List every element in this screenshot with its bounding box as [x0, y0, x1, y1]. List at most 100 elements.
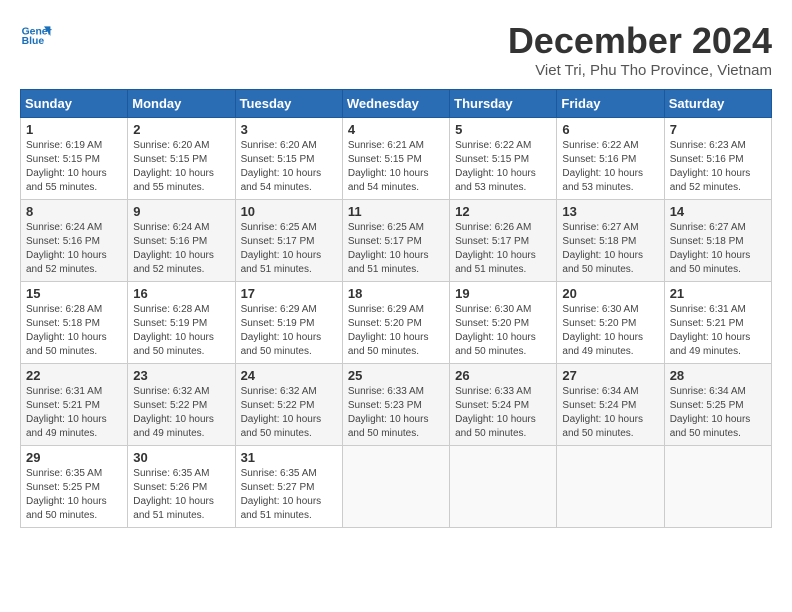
calendar-cell: 12 Sunrise: 6:26 AM Sunset: 5:17 PM Dayli… [450, 200, 557, 282]
calendar-cell: 2 Sunrise: 6:20 AM Sunset: 5:15 PM Daylig… [128, 118, 235, 200]
calendar-cell: 31 Sunrise: 6:35 AM Sunset: 5:27 PM Dayli… [235, 446, 342, 528]
day-number: 9 [133, 204, 229, 219]
calendar-cell: 25 Sunrise: 6:33 AM Sunset: 5:23 PM Dayli… [342, 364, 449, 446]
day-of-week-header: Wednesday [342, 90, 449, 118]
day-number: 3 [241, 122, 337, 137]
title-section: December 2024 Viet Tri, Phu Tho Province… [508, 20, 772, 79]
day-info: Sunrise: 6:31 AM Sunset: 5:21 PM Dayligh… [26, 385, 122, 441]
calendar-cell: 27 Sunrise: 6:34 AM Sunset: 5:24 PM Dayli… [557, 364, 664, 446]
calendar-cell [557, 446, 664, 528]
day-of-week-header: Thursday [450, 90, 557, 118]
calendar-cell [342, 446, 449, 528]
calendar-cell: 7 Sunrise: 6:23 AM Sunset: 5:16 PM Daylig… [664, 118, 771, 200]
location-title: Viet Tri, Phu Tho Province, Vietnam [508, 62, 772, 79]
day-info: Sunrise: 6:33 AM Sunset: 5:24 PM Dayligh… [455, 385, 551, 441]
day-number: 24 [241, 368, 337, 383]
calendar-cell: 21 Sunrise: 6:31 AM Sunset: 5:21 PM Dayli… [664, 282, 771, 364]
day-info: Sunrise: 6:35 AM Sunset: 5:27 PM Dayligh… [241, 467, 337, 523]
calendar-cell: 4Sunrise: 6:21 AM Sunset: 5:15 PM Daylig… [342, 118, 449, 200]
calendar-cell: 13 Sunrise: 6:27 AM Sunset: 5:18 PM Dayli… [557, 200, 664, 282]
header-section: General Blue December 2024 Viet Tri, Phu… [20, 20, 772, 79]
day-number: 22 [26, 368, 122, 383]
day-number: 8 [26, 204, 122, 219]
calendar-cell: 22 Sunrise: 6:31 AM Sunset: 5:21 PM Dayli… [21, 364, 128, 446]
calendar-cell: 1 Sunrise: 6:19 AM Sunset: 5:15 PM Daylig… [21, 118, 128, 200]
calendar-cell: 20Sunrise: 6:30 AM Sunset: 5:20 PM Dayli… [557, 282, 664, 364]
day-info: Sunrise: 6:28 AM Sunset: 5:19 PM Dayligh… [133, 303, 229, 359]
day-info: Sunrise: 6:34 AM Sunset: 5:25 PM Dayligh… [670, 385, 766, 441]
calendar-cell: 19 Sunrise: 6:30 AM Sunset: 5:20 PM Dayli… [450, 282, 557, 364]
day-info: Sunrise: 6:29 AM Sunset: 5:20 PM Dayligh… [348, 303, 444, 359]
day-info: Sunrise: 6:34 AM Sunset: 5:24 PM Dayligh… [562, 385, 658, 441]
calendar-cell: 14 Sunrise: 6:27 AM Sunset: 5:18 PM Dayli… [664, 200, 771, 282]
calendar-cell: 18 Sunrise: 6:29 AM Sunset: 5:20 PM Dayli… [342, 282, 449, 364]
day-info: Sunrise: 6:21 AM Sunset: 5:15 PM Dayligh… [348, 139, 444, 195]
day-number: 1 [26, 122, 122, 137]
calendar-cell: 3 Sunrise: 6:20 AM Sunset: 5:15 PM Daylig… [235, 118, 342, 200]
day-info: Sunrise: 6:24 AM Sunset: 5:16 PM Dayligh… [26, 221, 122, 277]
day-number: 21 [670, 286, 766, 301]
day-info: Sunrise: 6:32 AM Sunset: 5:22 PM Dayligh… [241, 385, 337, 441]
calendar-table: SundayMondayTuesdayWednesdayThursdayFrid… [20, 89, 772, 528]
day-info: Sunrise: 6:30 AM Sunset: 5:20 PM Dayligh… [455, 303, 551, 359]
calendar-cell [450, 446, 557, 528]
day-number: 17 [241, 286, 337, 301]
calendar-cell: 6Sunrise: 6:22 AM Sunset: 5:16 PM Daylig… [557, 118, 664, 200]
day-number: 29 [26, 450, 122, 465]
day-info: Sunrise: 6:35 AM Sunset: 5:26 PM Dayligh… [133, 467, 229, 523]
day-info: Sunrise: 6:25 AM Sunset: 5:17 PM Dayligh… [348, 221, 444, 277]
day-number: 13 [562, 204, 658, 219]
day-of-week-header: Monday [128, 90, 235, 118]
day-number: 25 [348, 368, 444, 383]
day-number: 7 [670, 122, 766, 137]
day-info: Sunrise: 6:28 AM Sunset: 5:18 PM Dayligh… [26, 303, 122, 359]
day-info: Sunrise: 6:29 AM Sunset: 5:19 PM Dayligh… [241, 303, 337, 359]
logo: General Blue [20, 20, 52, 52]
day-info: Sunrise: 6:27 AM Sunset: 5:18 PM Dayligh… [670, 221, 766, 277]
day-info: Sunrise: 6:25 AM Sunset: 5:17 PM Dayligh… [241, 221, 337, 277]
day-info: Sunrise: 6:33 AM Sunset: 5:23 PM Dayligh… [348, 385, 444, 441]
calendar-cell: 15 Sunrise: 6:28 AM Sunset: 5:18 PM Dayli… [21, 282, 128, 364]
day-of-week-header: Friday [557, 90, 664, 118]
day-number: 18 [348, 286, 444, 301]
calendar-cell: 26 Sunrise: 6:33 AM Sunset: 5:24 PM Dayli… [450, 364, 557, 446]
calendar-cell: 5 Sunrise: 6:22 AM Sunset: 5:15 PM Daylig… [450, 118, 557, 200]
day-number: 27 [562, 368, 658, 383]
day-info: Sunrise: 6:19 AM Sunset: 5:15 PM Dayligh… [26, 139, 122, 195]
day-number: 14 [670, 204, 766, 219]
calendar-cell [664, 446, 771, 528]
calendar-cell: 24 Sunrise: 6:32 AM Sunset: 5:22 PM Dayli… [235, 364, 342, 446]
day-number: 2 [133, 122, 229, 137]
day-number: 11 [348, 204, 444, 219]
day-number: 10 [241, 204, 337, 219]
calendar-cell: 29Sunrise: 6:35 AM Sunset: 5:25 PM Dayli… [21, 446, 128, 528]
calendar-cell: 11 Sunrise: 6:25 AM Sunset: 5:17 PM Dayli… [342, 200, 449, 282]
calendar-cell: 16 Sunrise: 6:28 AM Sunset: 5:19 PM Dayli… [128, 282, 235, 364]
day-number: 15 [26, 286, 122, 301]
day-info: Sunrise: 6:24 AM Sunset: 5:16 PM Dayligh… [133, 221, 229, 277]
day-info: Sunrise: 6:20 AM Sunset: 5:15 PM Dayligh… [133, 139, 229, 195]
day-number: 6 [562, 122, 658, 137]
month-title: December 2024 [508, 20, 772, 62]
day-number: 30 [133, 450, 229, 465]
day-info: Sunrise: 6:32 AM Sunset: 5:22 PM Dayligh… [133, 385, 229, 441]
day-number: 20 [562, 286, 658, 301]
day-info: Sunrise: 6:31 AM Sunset: 5:21 PM Dayligh… [670, 303, 766, 359]
day-number: 19 [455, 286, 551, 301]
day-info: Sunrise: 6:22 AM Sunset: 5:15 PM Dayligh… [455, 139, 551, 195]
svg-text:Blue: Blue [22, 36, 45, 47]
calendar-cell: 30 Sunrise: 6:35 AM Sunset: 5:26 PM Dayli… [128, 446, 235, 528]
day-number: 16 [133, 286, 229, 301]
day-info: Sunrise: 6:27 AM Sunset: 5:18 PM Dayligh… [562, 221, 658, 277]
calendar-cell: 28Sunrise: 6:34 AM Sunset: 5:25 PM Dayli… [664, 364, 771, 446]
day-of-week-header: Sunday [21, 90, 128, 118]
day-number: 26 [455, 368, 551, 383]
day-number: 23 [133, 368, 229, 383]
day-info: Sunrise: 6:23 AM Sunset: 5:16 PM Dayligh… [670, 139, 766, 195]
day-info: Sunrise: 6:20 AM Sunset: 5:15 PM Dayligh… [241, 139, 337, 195]
day-number: 12 [455, 204, 551, 219]
day-info: Sunrise: 6:26 AM Sunset: 5:17 PM Dayligh… [455, 221, 551, 277]
day-number: 5 [455, 122, 551, 137]
day-number: 31 [241, 450, 337, 465]
day-of-week-header: Tuesday [235, 90, 342, 118]
